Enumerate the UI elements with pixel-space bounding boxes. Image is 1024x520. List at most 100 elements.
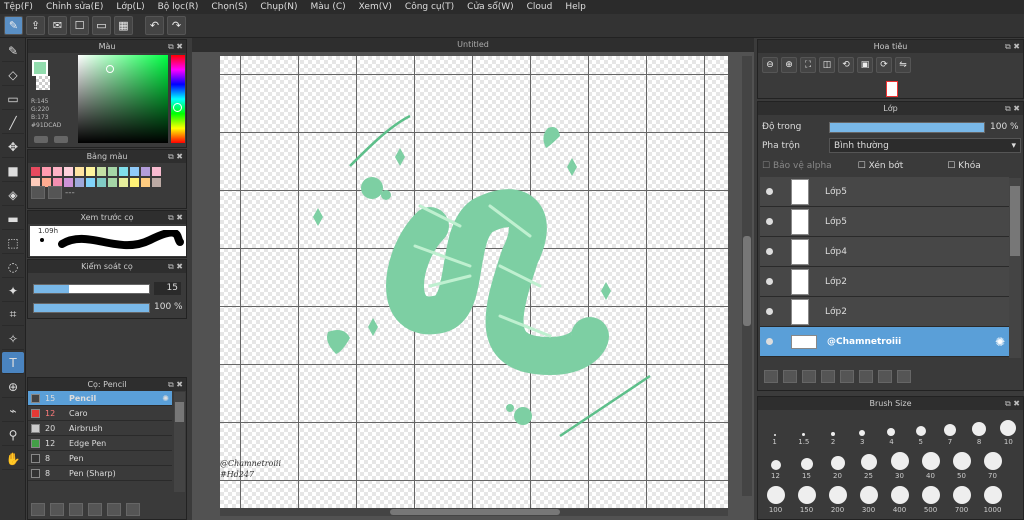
palette-swatch[interactable]	[108, 167, 117, 176]
sub-color-swatch[interactable]	[36, 76, 50, 90]
add-brush-icon[interactable]	[50, 503, 64, 516]
brush-folder-icon[interactable]	[88, 503, 102, 516]
chat-icon[interactable]: ✉	[48, 16, 67, 35]
brush-size-option[interactable]: 25	[853, 446, 884, 480]
text-tool-icon[interactable]: T	[2, 352, 24, 374]
palette-swatch[interactable]	[86, 178, 95, 187]
brush-size-option[interactable]: 2	[818, 412, 847, 446]
brush-size-option[interactable]: 200	[822, 480, 853, 514]
palette-swatch[interactable]	[42, 167, 51, 176]
palette-swatch[interactable]	[75, 178, 84, 187]
navigator-thumbnail[interactable]	[886, 81, 898, 97]
move-tool-icon[interactable]: ✥	[2, 136, 24, 158]
layer-row[interactable]: Lớp4	[760, 237, 1009, 267]
undo-icon[interactable]: ↶	[145, 16, 164, 35]
brush-size-option[interactable]: 5	[906, 412, 935, 446]
gear-icon[interactable]: ✺	[162, 394, 169, 403]
brush-delete-icon[interactable]	[126, 503, 140, 516]
eye-icon[interactable]	[766, 338, 773, 345]
opacity-slider[interactable]	[33, 303, 150, 313]
document-tab[interactable]: Untitled	[192, 38, 754, 52]
brush-size-option[interactable]: 30	[884, 446, 915, 480]
brush-size-option[interactable]: 40	[915, 446, 946, 480]
palette-swatch[interactable]	[108, 178, 117, 187]
merge-layer-icon[interactable]	[878, 370, 892, 383]
layer-row[interactable]: Lớp2	[760, 267, 1009, 297]
palette-swatch[interactable]	[130, 167, 139, 176]
brush-size-option[interactable]: 15	[791, 446, 822, 480]
palette-swatch[interactable]	[152, 178, 161, 187]
zoom-in-icon[interactable]: ⊕	[781, 57, 797, 73]
rotate-left-icon[interactable]: ⟲	[838, 57, 854, 73]
protect-alpha-checkbox[interactable]: ☐ Bảo vệ alpha	[762, 161, 832, 171]
palette-swatch[interactable]	[119, 178, 128, 187]
brush-size-option[interactable]: 12	[760, 446, 791, 480]
menu-item-8[interactable]: Công cụ(T)	[405, 2, 454, 12]
menu-item-9[interactable]: Cửa sổ(W)	[467, 2, 513, 12]
palette-swatch[interactable]	[75, 167, 84, 176]
device-icon[interactable]: ▭	[92, 16, 111, 35]
brush-size-option[interactable]: 1.5	[789, 412, 818, 446]
palette-swatch[interactable]	[97, 167, 106, 176]
zoom-out-icon[interactable]: ⊖	[762, 57, 778, 73]
brush-size-option[interactable]: 3	[848, 412, 877, 446]
comment-icon[interactable]: ☐	[70, 16, 89, 35]
gear-icon[interactable]: ✺	[995, 335, 1005, 349]
reset-icon[interactable]: ▣	[857, 57, 873, 73]
brush-mode-icon[interactable]: ✎	[4, 16, 23, 35]
brush-menu-icon[interactable]	[69, 503, 83, 516]
brush-size-option[interactable]: 1000	[977, 480, 1008, 514]
size-slider[interactable]	[33, 284, 150, 294]
eye-icon[interactable]	[766, 248, 773, 255]
layer-row[interactable]: Lớp5	[760, 177, 1009, 207]
operation-tool-icon[interactable]: ⊕	[2, 376, 24, 398]
palette-swatch[interactable]	[130, 178, 139, 187]
eye-icon[interactable]	[766, 218, 773, 225]
palette-swatch[interactable]	[86, 167, 95, 176]
menu-item-6[interactable]: Màu (C)	[311, 2, 346, 12]
new-layer-1bit-icon[interactable]	[802, 370, 816, 383]
flip-icon[interactable]: ⇋	[895, 57, 911, 73]
rotate-right-icon[interactable]: ⟳	[876, 57, 892, 73]
brush-size-option[interactable]: 70	[977, 446, 1008, 480]
eye-icon[interactable]	[766, 188, 773, 195]
add-layer-menu-icon[interactable]	[821, 370, 835, 383]
brush-item[interactable]: 15 Pencil ✺	[28, 391, 172, 406]
size-input[interactable]: 15	[154, 282, 181, 295]
line-tool-icon[interactable]: ╱	[2, 112, 24, 134]
brush-size-option[interactable]: 150	[791, 480, 822, 514]
select-eraser-icon[interactable]: ✧	[2, 328, 24, 350]
brush-size-option[interactable]: 100	[760, 480, 791, 514]
fit-icon[interactable]: ⛶	[800, 57, 816, 73]
delete-layer-icon[interactable]	[897, 370, 911, 383]
brush-size-option[interactable]: 400	[884, 480, 915, 514]
select-rect-icon[interactable]: ⬚	[2, 232, 24, 254]
menu-item-10[interactable]: Cloud	[527, 2, 553, 12]
brush-item[interactable]: 8 Pen (Sharp)	[28, 466, 172, 481]
palette-swatch[interactable]	[97, 178, 106, 187]
new-layer-8bit-icon[interactable]	[783, 370, 797, 383]
brush-item[interactable]: 8 Pen	[28, 451, 172, 466]
layer-row[interactable]: Lớp2	[760, 297, 1009, 327]
new-palette-icon[interactable]	[31, 186, 45, 199]
palette-swatch[interactable]	[31, 167, 40, 176]
fill-rect-icon[interactable]: ■	[2, 160, 24, 182]
brush-size-option[interactable]: 4	[877, 412, 906, 446]
layer-row[interactable]: @Chamnetroiii ✺	[760, 327, 1009, 357]
layer-opacity-slider[interactable]	[829, 122, 985, 133]
lasso-tool-icon[interactable]: ◌	[2, 256, 24, 278]
layer-folder-icon[interactable]	[840, 370, 854, 383]
palette-swatch[interactable]	[64, 167, 73, 176]
lock-checkbox[interactable]: ☐ Khóa	[947, 161, 981, 171]
eraser-tool-icon[interactable]: ◇	[2, 64, 24, 86]
eye-icon[interactable]	[766, 278, 773, 285]
brush-size-option[interactable]: 500	[915, 480, 946, 514]
brush-settings-icon[interactable]	[31, 503, 45, 516]
brush-tool-icon[interactable]: ✎	[2, 40, 24, 62]
share-icon[interactable]: ⇪	[26, 16, 45, 35]
divide-tool-icon[interactable]: ⌁	[2, 400, 24, 422]
select-pen-icon[interactable]: ⌗	[2, 304, 24, 326]
new-layer-icon[interactable]	[764, 370, 778, 383]
palette-swatch[interactable]	[119, 167, 128, 176]
palette-swatch[interactable]	[141, 167, 150, 176]
